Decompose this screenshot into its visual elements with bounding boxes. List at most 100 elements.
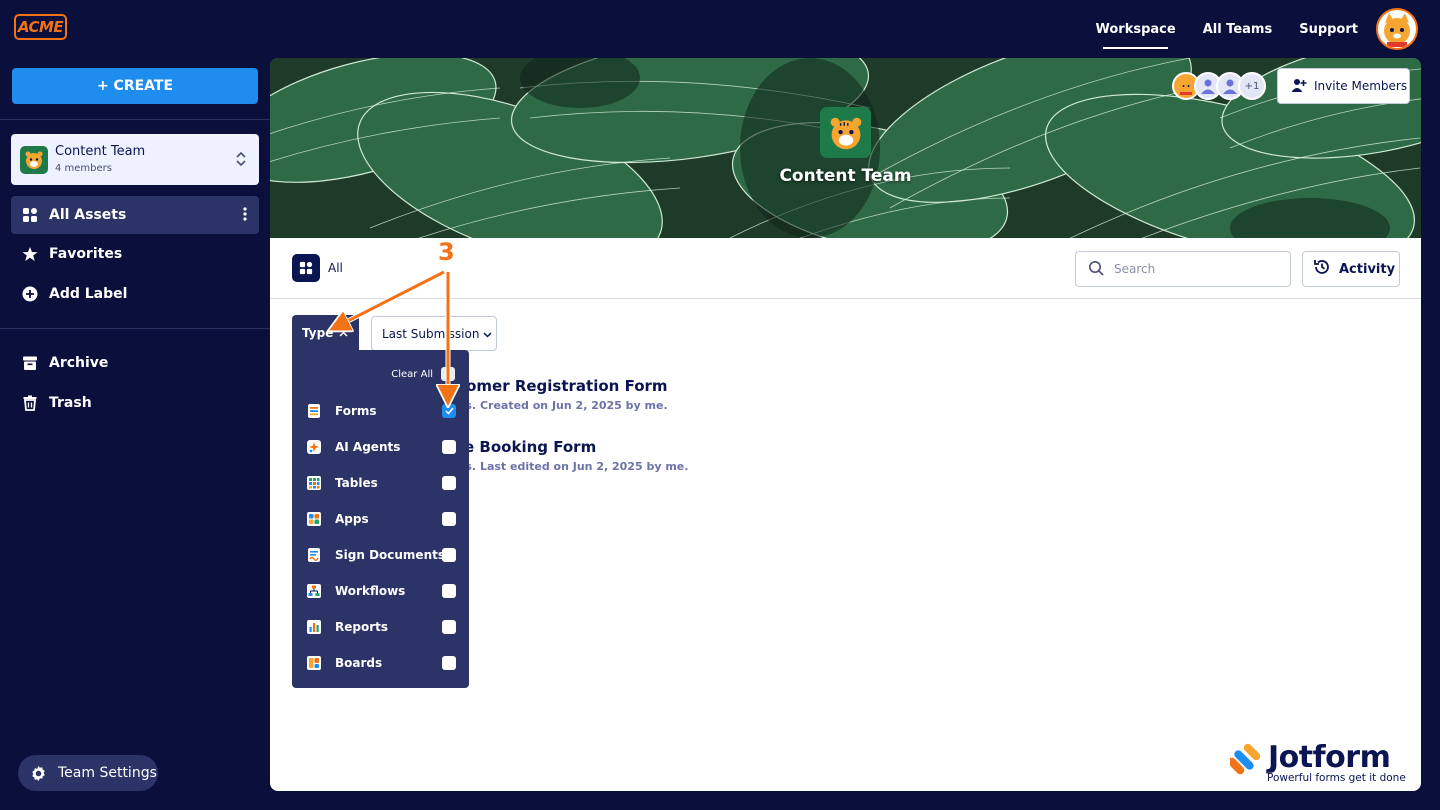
type-filter-label: Type xyxy=(302,325,334,340)
sort-label: Last Submission xyxy=(382,326,480,341)
jotform-tagline: Powerful forms get it done xyxy=(1267,772,1406,784)
search-icon xyxy=(1088,260,1104,279)
sidebar-divider xyxy=(0,119,270,120)
toolbar-divider xyxy=(270,298,1421,299)
type-option-forms[interactable]: Forms xyxy=(306,399,456,423)
type-option-apps[interactable]: Apps xyxy=(306,507,456,531)
tables-checkbox[interactable] xyxy=(442,476,456,490)
main-panel: +1 Invite Members Content Team All Searc… xyxy=(270,58,1421,791)
chevron-up-icon xyxy=(339,326,348,340)
sidebar-item-label: Trash xyxy=(49,395,92,411)
list-item[interactable]: stomer Registration Form ons. Created on… xyxy=(450,377,668,412)
gear-icon xyxy=(18,765,58,782)
type-filter-dropdown: Clear All Forms AI Agents Tables Apps Si… xyxy=(292,350,469,688)
team-banner: +1 Invite Members Content Team xyxy=(270,58,1421,238)
type-option-label: Workflows xyxy=(335,584,406,598)
asset-title: ice Booking Form xyxy=(450,438,597,456)
type-option-boards[interactable]: Boards xyxy=(306,651,456,675)
type-option-reports[interactable]: Reports xyxy=(306,615,456,639)
team-name: Content Team xyxy=(55,144,146,159)
boards-checkbox[interactable] xyxy=(442,656,456,670)
sort-dropdown[interactable]: Last Submission xyxy=(371,316,497,351)
grid-icon xyxy=(11,207,49,223)
plus-circle-icon xyxy=(11,286,49,302)
reports-checkbox[interactable] xyxy=(442,620,456,634)
clear-all-label: Clear All xyxy=(391,368,433,380)
sidebar-item-label: All Assets xyxy=(49,207,127,223)
chevron-down-icon xyxy=(483,327,492,341)
type-option-workflows[interactable]: Workflows xyxy=(306,579,456,603)
workflows-icon xyxy=(306,583,322,599)
forms-icon xyxy=(306,403,322,419)
invite-members-label: Invite Members xyxy=(1314,79,1408,93)
history-icon xyxy=(1313,258,1331,280)
archive-icon xyxy=(11,355,49,371)
type-option-ai-agents[interactable]: AI Agents xyxy=(306,435,456,459)
clear-all-checkbox[interactable] xyxy=(441,367,455,381)
ai-agents-checkbox[interactable] xyxy=(442,440,456,454)
type-filter-button[interactable]: Type xyxy=(292,315,359,350)
team-settings-button[interactable]: Team Settings xyxy=(18,755,158,791)
sign-documents-icon xyxy=(306,547,322,563)
type-option-label: AI Agents xyxy=(335,440,401,454)
asset-meta: ons. Last edited on Jun 2, 2025 by me. xyxy=(450,460,689,473)
invite-members-button[interactable]: Invite Members xyxy=(1277,68,1410,104)
apps-icon xyxy=(306,511,322,527)
nav-workspace[interactable]: Workspace xyxy=(1095,22,1176,49)
reports-icon xyxy=(306,619,322,635)
top-nav: ACME Workspace All Teams Support xyxy=(0,0,1440,58)
type-option-label: Apps xyxy=(335,512,369,526)
acme-logo[interactable]: ACME xyxy=(14,14,67,40)
tables-icon xyxy=(306,475,322,491)
type-option-label: Sign Documents xyxy=(335,548,445,562)
team-switcher[interactable]: Content Team 4 members xyxy=(11,134,259,185)
tiger-icon xyxy=(20,146,48,174)
type-option-label: Forms xyxy=(335,404,377,418)
user-avatar[interactable] xyxy=(1376,8,1418,50)
jotform-logo-icon xyxy=(1227,743,1261,775)
tiger-icon xyxy=(830,117,861,149)
create-button[interactable]: + CREATE xyxy=(12,68,258,104)
list-item[interactable]: ice Booking Form ons. Last edited on Jun… xyxy=(450,438,688,473)
chevron-updown-icon xyxy=(235,150,247,172)
team-members-avatars[interactable]: +1 xyxy=(1172,72,1266,100)
all-filter-tab[interactable]: All xyxy=(292,254,343,282)
sidebar-item-archive[interactable]: Archive xyxy=(11,344,259,382)
sidebar-item-label: Favorites xyxy=(49,246,123,262)
nav-links: Workspace All Teams Support xyxy=(1095,0,1358,58)
cat-avatar-icon xyxy=(1384,13,1410,47)
asset-meta: ons. Created on Jun 2, 2025 by me. xyxy=(450,399,668,412)
step-number-badge: 3 xyxy=(438,238,455,266)
star-icon xyxy=(11,246,49,262)
nav-all-teams[interactable]: All Teams xyxy=(1203,22,1273,37)
nav-support[interactable]: Support xyxy=(1299,22,1358,37)
jotform-name: Jotform xyxy=(1268,740,1391,775)
team-member-count: 4 members xyxy=(55,163,112,174)
forms-checkbox[interactable] xyxy=(442,404,456,418)
team-avatar xyxy=(820,107,871,158)
jotform-watermark: Jotform Powerful forms get it done xyxy=(1227,740,1410,788)
type-option-tables[interactable]: Tables xyxy=(306,471,456,495)
type-option-sign-documents[interactable]: Sign Documents xyxy=(306,543,456,567)
workflows-checkbox[interactable] xyxy=(442,584,456,598)
sidebar-item-label: Archive xyxy=(49,355,109,371)
asset-title: stomer Registration Form xyxy=(450,377,668,395)
clear-all-button[interactable]: Clear All xyxy=(391,367,455,381)
search-input[interactable]: Search xyxy=(1075,251,1291,287)
type-option-label: Reports xyxy=(335,620,389,634)
search-placeholder: Search xyxy=(1114,262,1156,276)
banner-team-title: Content Team xyxy=(779,166,912,186)
sidebar-item-add-label[interactable]: Add Label xyxy=(11,275,259,313)
activity-button[interactable]: Activity xyxy=(1302,251,1400,287)
type-option-label: Tables xyxy=(335,476,378,490)
kebab-menu-icon[interactable] xyxy=(243,207,247,225)
sign-documents-checkbox[interactable] xyxy=(442,548,456,562)
sidebar-item-all-assets[interactable]: All Assets xyxy=(11,196,259,234)
apps-checkbox[interactable] xyxy=(442,512,456,526)
sidebar-item-trash[interactable]: Trash xyxy=(11,384,259,422)
sidebar-item-favorites[interactable]: Favorites xyxy=(11,235,259,273)
ai-agents-icon xyxy=(306,439,322,455)
team-settings-label: Team Settings xyxy=(58,765,157,781)
sidebar-item-label: Add Label xyxy=(49,286,128,302)
boards-icon xyxy=(306,655,322,671)
